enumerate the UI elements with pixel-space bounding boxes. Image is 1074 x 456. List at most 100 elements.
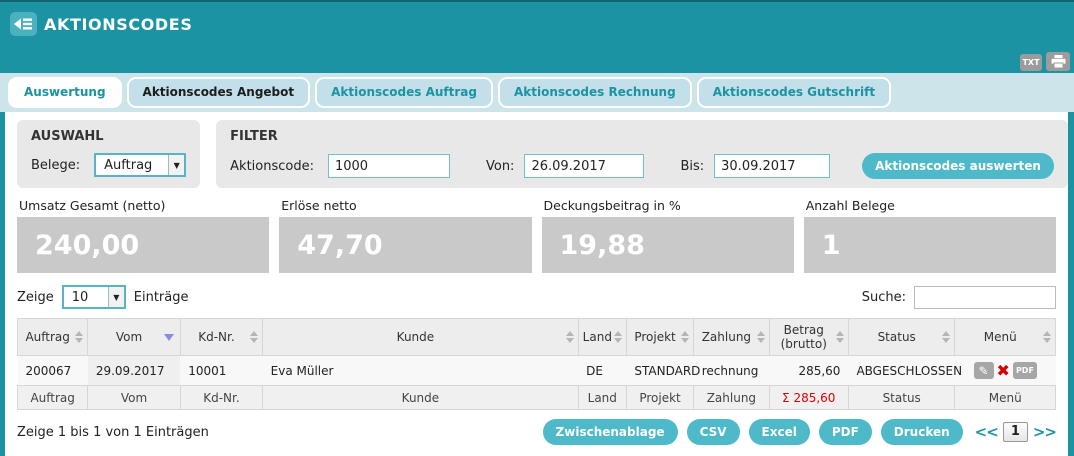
export-buttons: Zwischenablage CSV Excel PDF Drucken (543, 419, 963, 445)
csv-button[interactable]: CSV (687, 419, 740, 445)
zwischenablage-button[interactable]: Zwischenablage (543, 419, 678, 445)
top-header-bar: AKTIONSCODES TXT (0, 0, 1074, 73)
kpi-anzahl-belege: Anzahl Belege 1 (804, 198, 1056, 273)
kpi-value: 1 (804, 217, 1056, 273)
belege-select-value: Auftrag (96, 155, 168, 175)
kpi-value: 47,70 (279, 217, 531, 273)
kpi-erloese: Erlöse netto 47,70 (279, 198, 531, 273)
print-icon[interactable] (1046, 52, 1070, 71)
column-header-land[interactable]: Land (578, 319, 626, 356)
cell-kd-nr: 10001 (180, 356, 262, 386)
table-header-row: Auftrag Vom Kd-Nr. Kunde Land Projekt Za… (18, 319, 1056, 356)
search-input[interactable] (914, 286, 1056, 309)
previous-page-button[interactable]: << (975, 423, 998, 441)
filter-section: AUSWAHL Belege: Auftrag ▼ FILTER Aktions… (17, 120, 1056, 188)
pagination: << 1 >> (975, 422, 1056, 442)
column-header-menue[interactable]: Menü (955, 319, 1056, 356)
tab-aktionscodes-rechnung[interactable]: Aktionscodes Rechnung (498, 77, 692, 108)
aktionscode-label: Aktionscode: (230, 159, 314, 174)
chevron-down-icon: ▼ (168, 155, 184, 175)
cell-zahlung: rechnung (694, 356, 769, 386)
page-size-value: 10 (64, 287, 108, 307)
kpi-section: Umsatz Gesamt (netto) 240,00 Erlöse nett… (17, 198, 1056, 273)
von-date-input[interactable] (524, 154, 644, 178)
column-header-kunde[interactable]: Kunde (263, 319, 579, 356)
sort-icon (681, 331, 689, 343)
aktionscode-input[interactable] (328, 154, 450, 178)
footer-sum-betrag: Σ 285,60 (769, 386, 848, 410)
footer-kunde: Kunde (263, 386, 579, 410)
entries-info: Zeige 1 bis 1 von 1 Einträgen (17, 425, 209, 440)
pdf-button[interactable]: PDF (1013, 362, 1037, 379)
suche-label: Suche: (862, 290, 906, 305)
tab-aktionscodes-angebot[interactable]: Aktionscodes Angebot (127, 77, 311, 108)
kpi-label: Umsatz Gesamt (netto) (19, 198, 269, 213)
bottom-bar: Zeige 1 bis 1 von 1 Einträgen Zwischenab… (17, 419, 1056, 445)
footer-auftrag: Auftrag (18, 386, 88, 410)
kpi-label: Anzahl Belege (806, 198, 1056, 213)
results-table: Auftrag Vom Kd-Nr. Kunde Land Projekt Za… (17, 318, 1056, 410)
column-header-auftrag[interactable]: Auftrag (18, 319, 88, 356)
chevron-down-icon: ▼ (108, 287, 124, 307)
aktionscodes-auswerten-button[interactable]: Aktionscodes auswerten (862, 153, 1054, 179)
back-menu-button[interactable] (10, 12, 37, 36)
footer-vom: Vom (88, 386, 180, 410)
sort-icon (942, 331, 950, 343)
sort-icon (836, 331, 844, 343)
eintraege-label: Einträge (134, 290, 189, 305)
tab-bar: Auswertung Aktionscodes Angebot Aktionsc… (0, 73, 1074, 112)
kpi-label: Deckungsbeitrag in % (544, 198, 794, 213)
sort-icon (250, 331, 258, 343)
cell-auftrag: 200067 (18, 356, 88, 386)
delete-button[interactable]: ✖ (997, 363, 1010, 379)
column-header-status[interactable]: Status (848, 319, 955, 356)
column-header-zahlung[interactable]: Zahlung (694, 319, 769, 356)
kpi-label: Erlöse netto (281, 198, 531, 213)
tab-aktionscodes-auftrag[interactable]: Aktionscodes Auftrag (315, 77, 493, 108)
cell-land: DE (578, 356, 626, 386)
footer-land: Land (578, 386, 626, 410)
cell-menu: ✎ ✖ PDF (955, 356, 1056, 386)
column-header-kd-nr[interactable]: Kd-Nr. (180, 319, 262, 356)
cell-betrag: 285,60 (769, 356, 848, 386)
footer-menue: Menü (955, 386, 1056, 410)
kpi-deckungsbeitrag: Deckungsbeitrag in % 19,88 (542, 198, 794, 273)
page: AKTIONSCODES TXT Auswertung Aktionscodes… (0, 0, 1074, 456)
list-controls: Zeige 10 ▼ Einträge Suche: (17, 285, 1056, 309)
txt-export-icon[interactable]: TXT (1020, 54, 1042, 71)
column-header-projekt[interactable]: Projekt (626, 319, 693, 356)
column-header-vom[interactable]: Vom (88, 319, 180, 356)
sort-icon (1043, 331, 1051, 343)
sort-icon (75, 331, 83, 343)
tab-auswertung[interactable]: Auswertung (8, 77, 122, 108)
back-menu-icon (14, 17, 33, 31)
pdf-export-button[interactable]: PDF (819, 419, 872, 445)
belege-select[interactable]: Auftrag ▼ (94, 153, 186, 177)
auswahl-panel: AUSWAHL Belege: Auftrag ▼ (17, 120, 200, 188)
next-page-button[interactable]: >> (1033, 423, 1056, 441)
edit-button[interactable]: ✎ (974, 362, 994, 379)
excel-button[interactable]: Excel (749, 419, 810, 445)
footer-kd-nr: Kd-Nr. (180, 386, 262, 410)
header-tools: TXT (1020, 52, 1070, 71)
bis-date-input[interactable] (714, 154, 830, 178)
zeige-label: Zeige (17, 290, 54, 305)
bis-label: Bis: (680, 159, 704, 174)
footer-projekt: Projekt (626, 386, 693, 410)
page-size-select[interactable]: 10 ▼ (62, 285, 126, 309)
pencil-icon: ✎ (978, 365, 988, 377)
pdf-icon: PDF (1016, 366, 1034, 375)
tab-aktionscodes-gutschrift[interactable]: Aktionscodes Gutschrift (697, 77, 891, 108)
von-label: Von: (486, 159, 514, 174)
sort-icon (757, 331, 765, 343)
column-header-betrag-brutto[interactable]: Betrag (brutto) (769, 319, 848, 356)
page-number-button[interactable]: 1 (1003, 422, 1028, 442)
cell-status: ABGESCHLOSSEN (848, 356, 955, 386)
table-row: 200067 29.09.2017 10001 Eva Müller DE ST… (18, 356, 1056, 386)
belege-label: Belege: (31, 158, 80, 173)
footer-zahlung: Zahlung (694, 386, 769, 410)
filter-panel: FILTER Aktionscode: Von: Bis: Aktionscod… (216, 120, 1068, 188)
drucken-button[interactable]: Drucken (881, 419, 963, 445)
auswahl-title: AUSWAHL (31, 129, 186, 144)
footer-status: Status (848, 386, 955, 410)
